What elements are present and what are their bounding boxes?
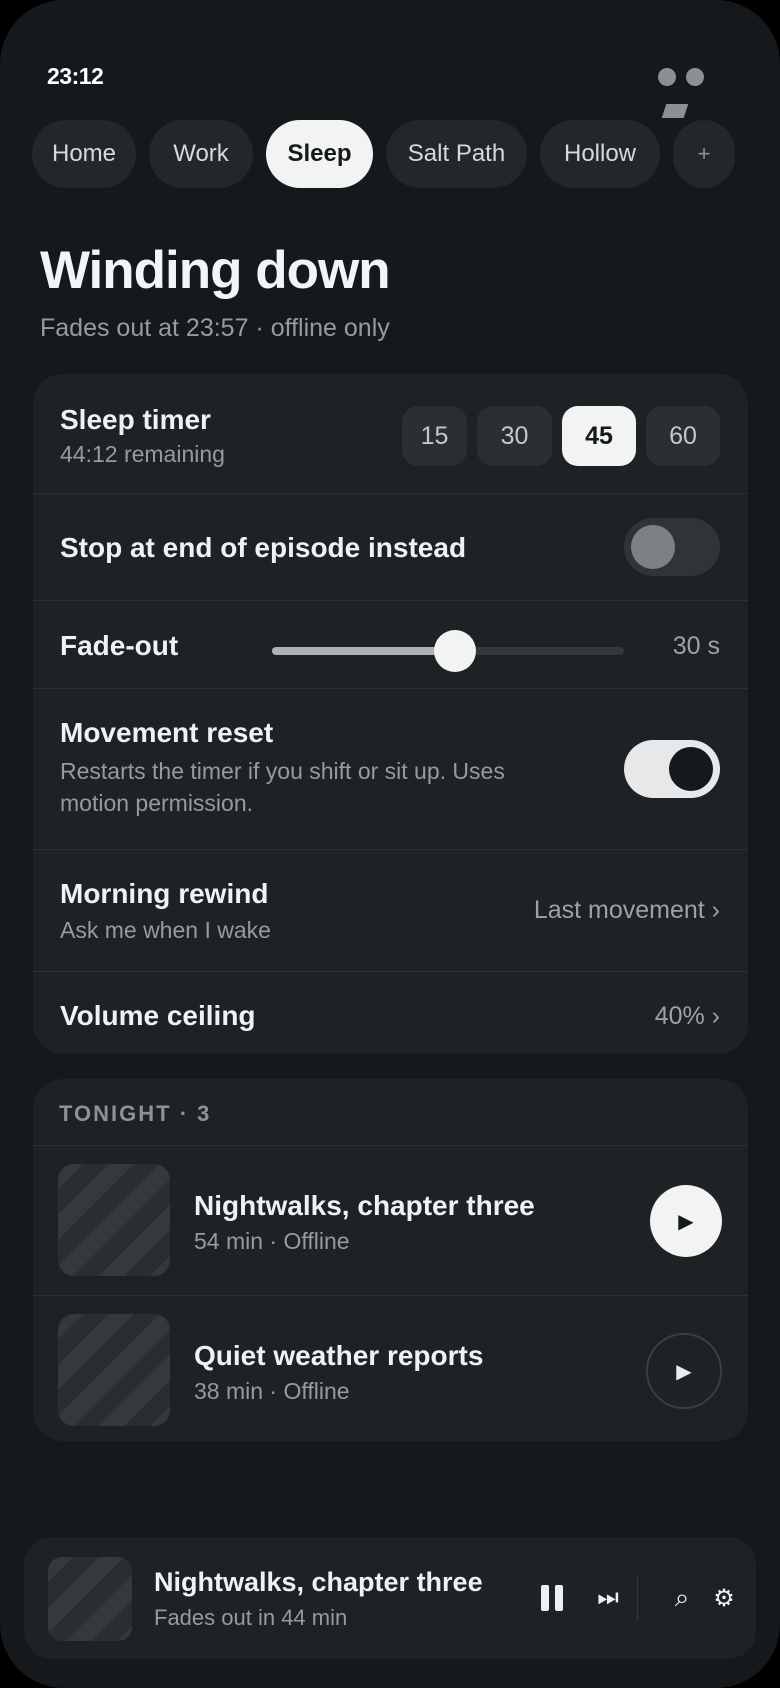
fade-out-slider[interactable] [272,630,624,672]
sleep-timer-row: Sleep timer 44:12 remaining 15 30 45 60 [33,374,748,494]
tab-hollow[interactable]: Hollow [540,120,660,188]
timer-option-45[interactable]: 45 [562,406,636,466]
play-icon: ▶ [676,1360,692,1383]
volume-ceiling-row[interactable]: Volume ceiling 40% › [33,972,748,1054]
movement-reset-row: Movement reset Restarts the timer if you… [33,689,748,850]
sleep-timer-remaining: 44:12 remaining [60,441,225,467]
tonight-section-label: TONIGHT · 3 [59,1101,212,1126]
gear-icon: ⚙ [713,1584,735,1612]
pause-icon [541,1585,549,1611]
pause-button[interactable] [529,1575,575,1621]
sleep-timer-title: Sleep timer [60,404,211,435]
phone-screen: 23:12 Home Work Sleep Salt Path Hollow +… [0,0,780,1688]
fade-out-row: Fade-out 30 s [33,601,748,689]
episode-artwork [58,1164,170,1276]
page-title: Winding down [40,241,391,300]
volume-ceiling-title: Volume ceiling [60,1000,256,1031]
timer-option-60[interactable]: 60 [646,406,720,466]
toggle-knob [631,525,675,569]
episode-meta: 38 min · Offline [194,1378,350,1404]
signal-dot-icon [658,68,676,86]
episode-artwork [58,1314,170,1426]
stop-at-end-label: Stop at end of episode instead [60,532,467,563]
list-item[interactable]: Nightwalks, chapter three 54 min · Offli… [33,1145,748,1295]
slider-thumb[interactable] [434,630,477,672]
sleep-settings-card: Sleep timer 44:12 remaining 15 30 45 60 … [33,374,748,1054]
profile-tabs: Home Work Sleep Salt Path Hollow + [32,120,735,188]
episode-meta: 54 min · Offline [194,1228,350,1254]
tab-work[interactable]: Work [149,120,253,188]
slider-fill [272,647,456,655]
search-icon: ⌕ [674,1582,690,1612]
battery-icon [661,104,689,118]
page-subtitle: Fades out at 23:57 · offline only [40,314,390,342]
movement-reset-title: Movement reset [60,717,274,748]
tab-sleep[interactable]: Sleep [266,120,373,188]
timer-option-15[interactable]: 15 [402,406,467,466]
tab-home[interactable]: Home [32,120,136,188]
add-tab-button[interactable]: + [673,120,735,188]
settings-button[interactable]: ⚙ [704,1575,744,1621]
signal-dot-icon [686,68,704,86]
skip-next-icon: ⏭ [597,1584,619,1611]
morning-rewind-subtitle: Ask me when I wake [60,917,271,943]
now-playing-artwork [48,1557,132,1641]
toggle-knob [669,747,713,791]
play-button[interactable]: ▶ [646,1333,722,1409]
movement-reset-toggle[interactable] [624,740,720,798]
episode-title: Quiet weather reports [194,1340,484,1371]
fade-out-value: 30 s [672,632,720,660]
stop-at-end-toggle[interactable] [624,518,720,576]
status-icons [658,68,708,118]
tonight-card: TONIGHT · 3 Nightwalks, chapter three 54… [33,1079,748,1441]
timer-option-30[interactable]: 30 [477,406,552,466]
movement-reset-description: Restarts the timer if you shift or sit u… [60,758,505,816]
status-time: 23:12 [47,63,104,89]
tab-salt-path[interactable]: Salt Path [386,120,527,188]
volume-ceiling-value[interactable]: 40% › [655,1002,720,1031]
stop-at-end-row: Stop at end of episode instead [33,494,748,601]
morning-rewind-title: Morning rewind [60,878,269,909]
morning-rewind-row[interactable]: Morning rewind Ask me when I wake Last m… [33,850,748,972]
now-playing-title: Nightwalks, chapter three [154,1567,483,1597]
mini-player[interactable]: Nightwalks, chapter three Fades out in 4… [24,1537,756,1659]
list-item[interactable]: Quiet weather reports 38 min · Offline ▶ [33,1295,748,1441]
fade-out-label: Fade-out [60,630,179,661]
episode-title: Nightwalks, chapter three [194,1190,535,1221]
search-button[interactable]: ⌕ [662,1575,702,1621]
play-button[interactable]: ▶ [650,1185,722,1257]
play-icon: ▶ [678,1210,694,1233]
skip-next-button[interactable]: ⏭ [586,1575,630,1621]
now-playing-subtitle: Fades out in 44 min [154,1605,348,1630]
divider [637,1575,638,1621]
morning-rewind-value[interactable]: Last movement › [534,896,720,925]
